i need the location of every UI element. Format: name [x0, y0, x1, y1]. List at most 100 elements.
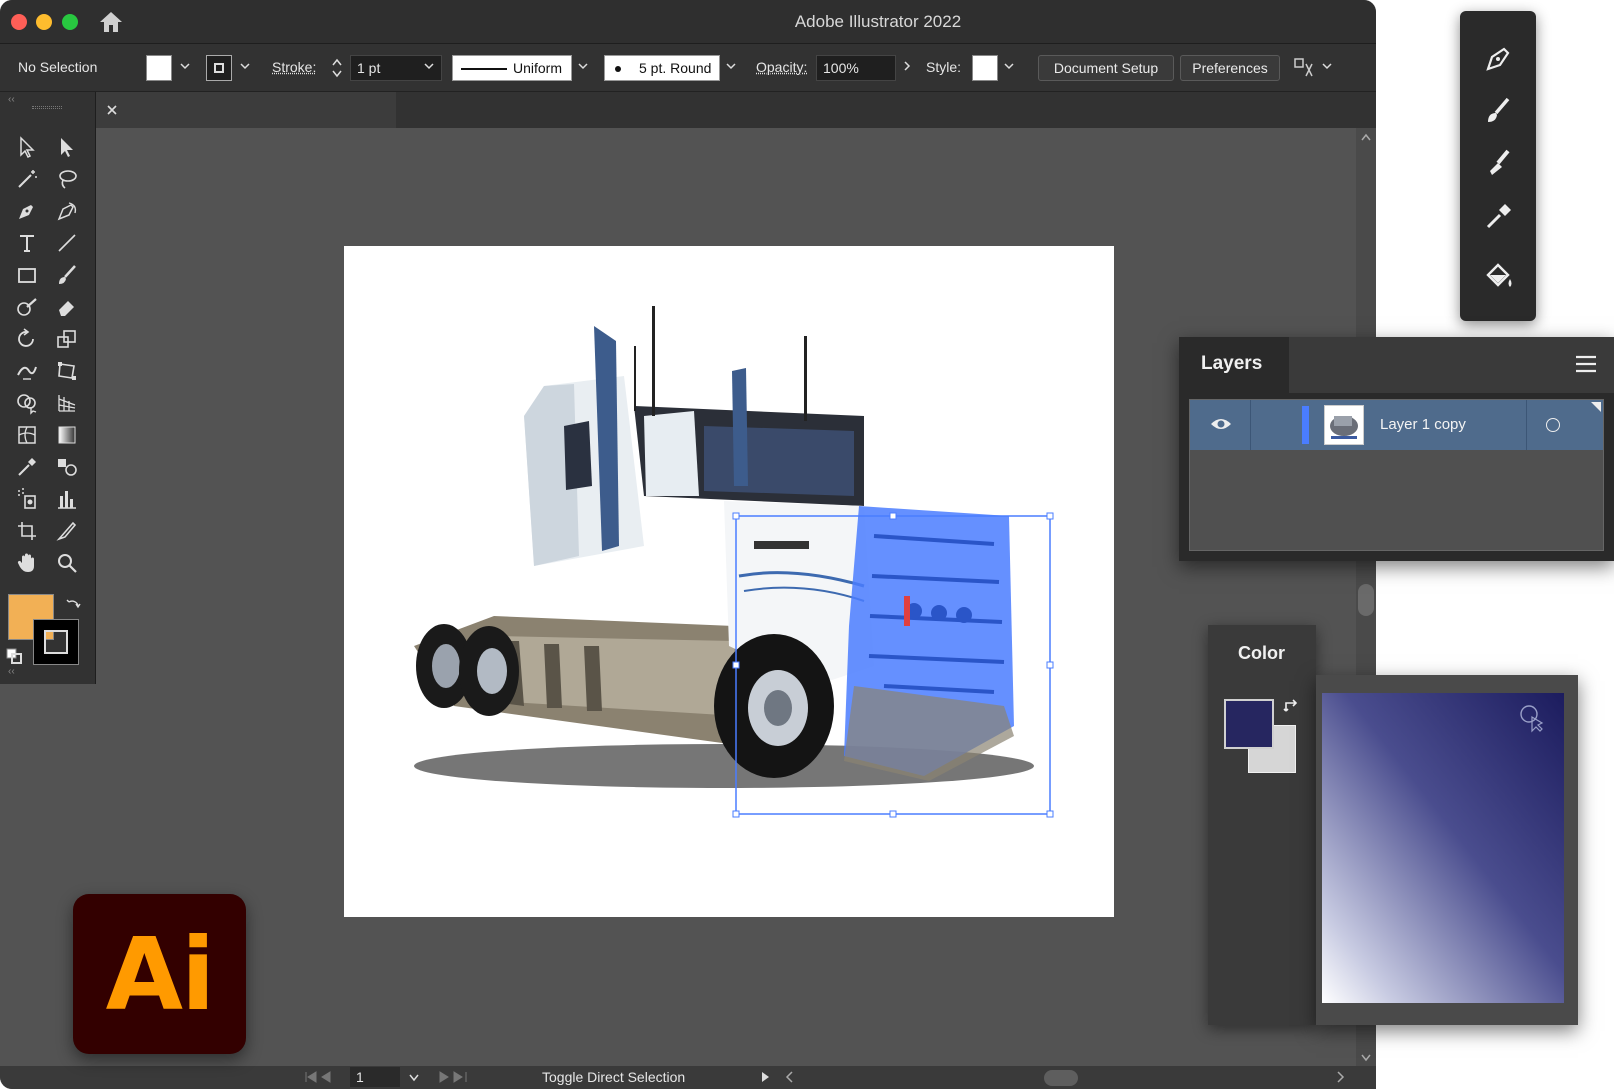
menu-icon[interactable] — [1574, 354, 1598, 374]
opacity-field[interactable]: 100% — [816, 55, 896, 81]
horizontal-scroll-thumb[interactable] — [1044, 1070, 1078, 1086]
fill-swatch[interactable] — [146, 55, 172, 81]
selection-tool[interactable] — [10, 132, 44, 162]
pen-tool[interactable] — [10, 196, 44, 226]
chevron-down-icon[interactable] — [578, 61, 588, 71]
chevron-right-icon[interactable] — [902, 61, 912, 71]
variable-width-profile[interactable]: Uniform — [452, 55, 572, 81]
tools-panel: ‹‹ ‹‹ — [0, 92, 96, 684]
direct-selection-tool[interactable] — [50, 132, 84, 162]
blob-brush-icon[interactable] — [1480, 145, 1516, 181]
type-tool[interactable] — [10, 228, 44, 258]
eye-visibility-icon[interactable] — [1210, 416, 1232, 432]
rectangle-icon — [18, 268, 36, 283]
chevron-left-icon[interactable] — [784, 1071, 794, 1083]
blend-tool[interactable] — [50, 452, 84, 482]
line-segment-icon — [58, 234, 76, 252]
gradient-tool[interactable] — [50, 420, 84, 450]
chevron-down-icon[interactable] — [1322, 61, 1332, 71]
mesh-tool[interactable] — [10, 420, 44, 450]
chevron-down-icon[interactable] — [408, 1072, 420, 1082]
target-icon[interactable] — [1546, 418, 1560, 432]
artboard[interactable] — [344, 246, 1114, 917]
eyedropper-icon[interactable] — [1480, 197, 1516, 233]
document-setup-button[interactable]: Document Setup — [1038, 55, 1174, 81]
chevron-up-icon[interactable] — [1360, 132, 1372, 142]
truck-illustration[interactable] — [344, 246, 1114, 917]
zoom-magnifier-icon — [58, 554, 77, 573]
grip-icon[interactable] — [32, 106, 62, 109]
pen-icon[interactable] — [1480, 41, 1516, 77]
line-segment-tool[interactable] — [50, 228, 84, 258]
magic-wand-tool[interactable] — [10, 164, 44, 194]
opacity-label[interactable]: Opacity: — [756, 59, 807, 75]
paintbrush-tool[interactable] — [50, 260, 84, 290]
free-transform-tool[interactable] — [50, 356, 84, 386]
scroll-thumb[interactable] — [1358, 584, 1374, 616]
graphic-style-swatch[interactable] — [972, 55, 998, 81]
layer-thumbnail[interactable] — [1324, 405, 1364, 445]
fill-color-box[interactable] — [1224, 699, 1274, 749]
rotate-tool[interactable] — [10, 324, 44, 354]
color-tab[interactable]: Color — [1208, 625, 1316, 1025]
shaper-tool[interactable] — [10, 292, 44, 322]
chevron-down-icon[interactable] — [424, 61, 434, 71]
brush-tools-panel — [1460, 11, 1536, 321]
zoom-tool[interactable] — [50, 548, 84, 578]
play-arrow-icon[interactable] — [760, 1071, 770, 1083]
lasso-tool[interactable] — [50, 164, 84, 194]
paint-bucket-icon[interactable] — [1480, 259, 1516, 295]
width-tool[interactable] — [10, 356, 44, 386]
arrange-documents-icon[interactable] — [1292, 56, 1318, 80]
status-bar: 1 Toggle Direct Selection — [0, 1066, 1376, 1089]
layer-name[interactable]: Layer 1 copy — [1380, 416, 1466, 433]
title-bar: Adobe Illustrator 2022 — [0, 0, 1376, 44]
color-spectrum-frame — [1316, 675, 1578, 1025]
rectangle-tool[interactable] — [10, 260, 44, 290]
document-tab[interactable] — [96, 92, 396, 128]
stroke-swatch[interactable] — [206, 55, 232, 81]
layers-tab[interactable]: Layers — [1179, 337, 1289, 393]
swap-fill-stroke-icon[interactable] — [66, 596, 82, 612]
chevron-down-icon[interactable] — [1004, 61, 1014, 71]
window-title: Adobe Illustrator 2022 — [794, 12, 962, 31]
first-prev-artboard-icon[interactable] — [304, 1071, 344, 1083]
next-last-artboard-icon[interactable] — [436, 1071, 476, 1083]
curvature-tool[interactable] — [50, 196, 84, 226]
chevron-down-icon[interactable] — [180, 61, 190, 71]
selection-status: No Selection — [18, 59, 98, 75]
gradient-icon — [58, 426, 76, 444]
color-spectrum[interactable] — [1322, 693, 1564, 1003]
preferences-button[interactable]: Preferences — [1180, 55, 1280, 81]
stepper-icon[interactable] — [331, 57, 343, 79]
shape-builder-tool[interactable] — [10, 388, 44, 418]
artboard-number-field[interactable]: 1 — [350, 1067, 400, 1087]
chevron-down-icon[interactable] — [726, 61, 736, 71]
default-fill-stroke-icon[interactable] — [6, 648, 22, 664]
curvature-pen-icon — [57, 202, 77, 221]
swap-colors-icon[interactable] — [1282, 697, 1300, 715]
chevron-right-icon[interactable] — [1336, 1071, 1346, 1083]
paintbrush-icon[interactable] — [1480, 93, 1516, 129]
scale-tool[interactable] — [50, 324, 84, 354]
collapse-panel-icon[interactable]: ‹‹ — [8, 666, 15, 677]
rotate-icon — [18, 328, 34, 347]
slice-tool[interactable] — [50, 516, 84, 546]
stroke-color-swatch[interactable] — [33, 619, 79, 665]
close-tab-icon[interactable] — [106, 104, 118, 116]
chevron-down-icon[interactable] — [240, 61, 250, 71]
control-bar: No Selection Stroke: 1 pt Uniform 5 pt. … — [0, 44, 1376, 92]
chevron-down-icon[interactable] — [1360, 1052, 1372, 1062]
brush-definition[interactable]: 5 pt. Round — [604, 55, 720, 81]
symbol-sprayer-tool[interactable] — [10, 484, 44, 514]
eyedropper-tool[interactable] — [10, 452, 44, 482]
column-graph-tool[interactable] — [50, 484, 84, 514]
perspective-grid-tool[interactable] — [50, 388, 84, 418]
artboard-tool[interactable] — [10, 516, 44, 546]
stroke-label[interactable]: Stroke: — [272, 59, 316, 75]
collapse-panel-icon[interactable]: ‹‹ — [8, 94, 15, 105]
layer-row[interactable]: Layer 1 copy — [1190, 400, 1603, 450]
hand-tool[interactable] — [10, 548, 44, 578]
eraser-tool[interactable] — [50, 292, 84, 322]
scale-icon — [57, 330, 76, 348]
